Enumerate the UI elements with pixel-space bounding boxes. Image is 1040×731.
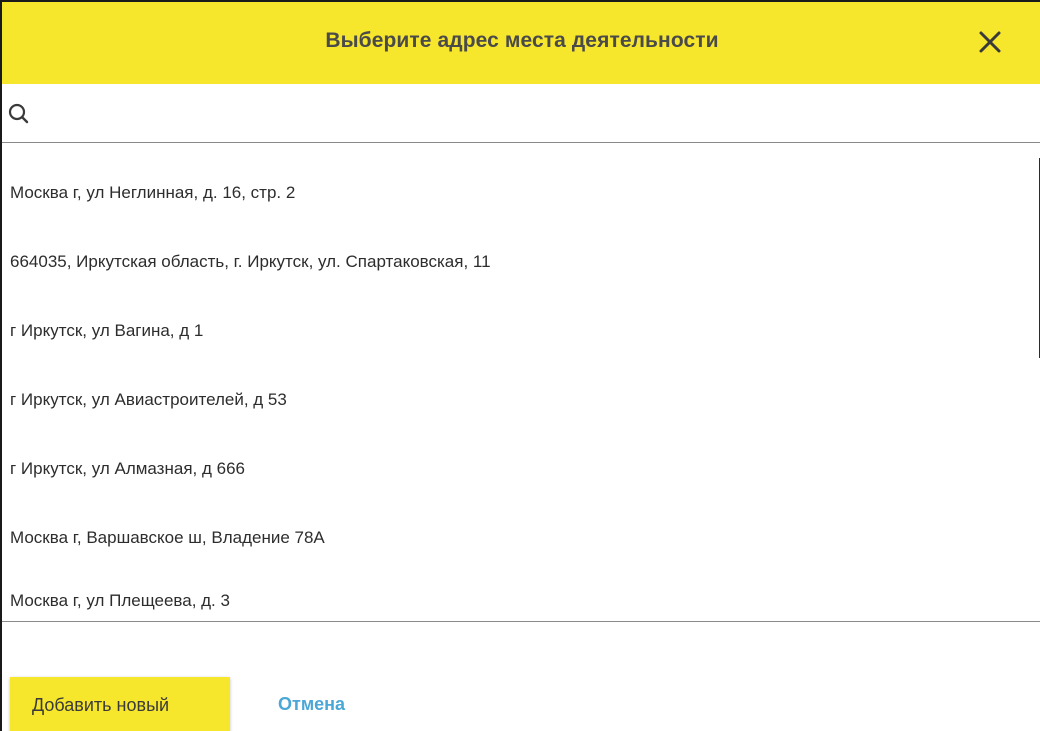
address-list: Москва г, ул Неглинная, д. 16, стр. 2 66… (2, 143, 1040, 621)
address-item[interactable]: г Иркутск, ул Авиастроителей, д 53 (10, 385, 287, 415)
address-dialog: Выберите адрес места деятельности Москва… (0, 0, 1040, 731)
close-icon (979, 31, 1001, 53)
address-item[interactable]: 664035, Иркутская область, г. Иркутск, у… (10, 247, 491, 277)
address-item[interactable]: Москва г, ул Неглинная, д. 16, стр. 2 (10, 178, 295, 208)
list-divider (2, 621, 1040, 622)
dialog-title: Выберите адрес места деятельности (325, 29, 719, 52)
address-item[interactable]: г Иркутск, ул Алмазная, д 666 (10, 454, 245, 484)
close-button[interactable] (976, 28, 1004, 56)
address-item[interactable]: Москва г, Варшавское ш, Владение 78А (10, 523, 325, 553)
address-item[interactable]: Москва г, ул Плещеева, д. 3 (10, 586, 230, 616)
cancel-link[interactable]: Отмена (278, 694, 345, 715)
search-icon (8, 103, 29, 124)
add-new-button[interactable]: Добавить новый (10, 677, 230, 731)
search-row (2, 84, 1040, 142)
search-input[interactable] (38, 98, 1022, 130)
address-item[interactable]: г Иркутск, ул Вагина, д 1 (10, 316, 203, 346)
dialog-header: Выберите адрес места деятельности (2, 2, 1040, 84)
